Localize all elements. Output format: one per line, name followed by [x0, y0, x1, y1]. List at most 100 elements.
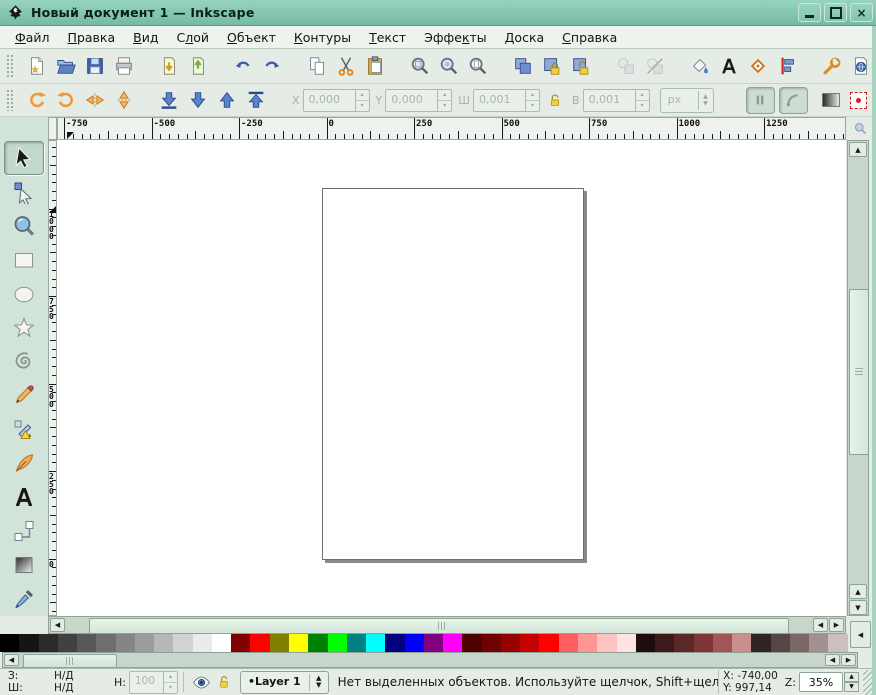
opacity-field[interactable]: 100▴▾ [129, 671, 178, 694]
move-pattern-toggle[interactable] [850, 92, 867, 109]
rotate-cw-button[interactable] [51, 86, 80, 114]
document-properties-button[interactable] [846, 52, 875, 80]
lock-ratio-icon[interactable] [547, 91, 563, 109]
undo-button[interactable] [228, 52, 257, 80]
palette-swatch[interactable] [520, 634, 539, 652]
height-spinner[interactable]: ▴▾ [635, 90, 649, 111]
spin-down-icon[interactable]: ▼ [844, 682, 859, 692]
close-button[interactable]: × [850, 3, 873, 22]
spin-down-icon[interactable]: ▾ [636, 101, 649, 111]
scroll-left-button[interactable]: ◀ [50, 618, 65, 632]
palette-swatch[interactable] [154, 634, 173, 652]
spin-down-icon[interactable]: ▾ [526, 101, 539, 111]
print-button[interactable] [109, 52, 138, 80]
x-spinner[interactable]: ▴▾ [355, 90, 369, 111]
spin-down-icon[interactable]: ▾ [356, 101, 369, 111]
new-document-button[interactable] [22, 52, 51, 80]
palette-swatch[interactable] [482, 634, 501, 652]
fill-stroke-dialog-button[interactable] [685, 52, 714, 80]
layer-selector[interactable]: •Layer 1▲▼ [240, 671, 329, 694]
tool-zoom[interactable] [4, 209, 44, 243]
units-dropdown[interactable]: px▲▼ [660, 88, 714, 113]
menu-path[interactable]: Контуры [285, 28, 360, 47]
text-dialog-button[interactable] [714, 52, 743, 80]
menu-effects[interactable]: Эффекты [415, 28, 496, 47]
zoom-spinner[interactable]: ▲▼ [844, 672, 859, 692]
spin-up-icon[interactable]: ▴ [438, 90, 451, 101]
palette-swatch[interactable] [0, 634, 19, 652]
flip-horizontal-button[interactable] [80, 86, 109, 114]
redo-button[interactable] [257, 52, 286, 80]
tool-ellipse[interactable] [4, 277, 44, 311]
tool-pencil[interactable] [4, 378, 44, 412]
palette-swatch[interactable] [270, 634, 289, 652]
palette-scrollbar-thumb[interactable] [23, 654, 117, 668]
palette-swatch[interactable] [212, 634, 231, 652]
clone-button[interactable] [611, 52, 640, 80]
palette-swatch[interactable] [308, 634, 327, 652]
palette-swatch[interactable] [193, 634, 212, 652]
duplicate-button[interactable] [508, 52, 537, 80]
palette-swatch[interactable] [405, 634, 424, 652]
palette-scroll-button[interactable]: ◀ [850, 621, 871, 648]
unlink-clone-button[interactable] [640, 52, 669, 80]
horizontal-scrollbar-thumb[interactable] [89, 618, 789, 634]
scroll-left-button-2[interactable]: ◀ [813, 618, 828, 632]
palette-swatch[interactable] [173, 634, 192, 652]
palette-swatch[interactable] [636, 634, 655, 652]
palette-swatch[interactable] [713, 634, 732, 652]
palette-swatch[interactable] [19, 634, 38, 652]
scroll-up-button-2[interactable]: ▲ [849, 584, 867, 599]
tool-gradient[interactable] [4, 548, 44, 582]
move-gradient-toggle[interactable] [822, 93, 840, 107]
tool-spiral[interactable] [4, 345, 44, 379]
tool-rectangle[interactable] [4, 243, 44, 277]
vertical-scrollbar[interactable]: ▲ ▲ ▼ [847, 140, 869, 616]
width-spinner[interactable]: ▴▾ [525, 90, 539, 111]
palette-swatch[interactable] [809, 634, 828, 652]
menu-object[interactable]: Объект [218, 28, 285, 47]
open-button[interactable] [51, 52, 80, 80]
palette-swatch[interactable] [424, 634, 443, 652]
xml-editor-button[interactable] [743, 52, 772, 80]
palette-swatch[interactable] [559, 634, 578, 652]
zoom-field[interactable]: 35% ▲▼ [799, 672, 859, 692]
palette-swatch[interactable] [790, 634, 809, 652]
palette-swatch[interactable] [694, 634, 713, 652]
width-field[interactable]: 0,001▴▾ [473, 89, 540, 112]
scroll-right-button[interactable]: ▶ [829, 618, 844, 632]
minimize-button[interactable] [798, 3, 821, 22]
palette-swatch[interactable] [443, 634, 462, 652]
menu-layer[interactable]: Слой [167, 28, 218, 47]
canvas[interactable] [57, 140, 846, 616]
spin-up-icon[interactable]: ▴ [356, 90, 369, 101]
document-page[interactable] [322, 188, 584, 560]
menu-text[interactable]: Текст [360, 28, 415, 47]
flip-vertical-button[interactable] [109, 86, 138, 114]
palette-swatch[interactable] [462, 634, 481, 652]
palette-swatch[interactable] [501, 634, 520, 652]
spin-up-icon[interactable]: ▴ [164, 672, 177, 683]
spin-down-icon[interactable]: ▾ [438, 101, 451, 111]
spin-up-icon[interactable]: ▲ [844, 672, 859, 682]
tool-text[interactable] [4, 480, 44, 514]
spin-up-icon[interactable]: ▴ [526, 90, 539, 101]
scroll-up-button[interactable]: ▲ [849, 142, 867, 157]
toolbar-drag-handle[interactable] [6, 54, 14, 78]
vertical-ruler[interactable]: 02 5 05 0 07 5 01 0 0 0 [48, 140, 57, 616]
palette-swatch[interactable] [828, 634, 847, 652]
ungroup-button[interactable] [566, 52, 595, 80]
scroll-left-button[interactable]: ◀ [4, 654, 19, 666]
tool-node-editor[interactable] [4, 175, 44, 209]
y-field[interactable]: 0,000▴▾ [385, 89, 452, 112]
palette-swatch[interactable] [250, 634, 269, 652]
palette-swatch[interactable] [231, 634, 250, 652]
toolbar-drag-handle[interactable] [6, 89, 14, 111]
palette-swatch[interactable] [617, 634, 636, 652]
height-field[interactable]: 0,001▴▾ [583, 89, 650, 112]
zoom-drawing-button[interactable] [434, 52, 463, 80]
fill-stroke-indicator[interactable]: З:Н/Д Ш:Н/Д [0, 670, 112, 694]
palette-swatch[interactable] [771, 634, 790, 652]
rotate-ccw-button[interactable] [22, 86, 51, 114]
palette-swatch[interactable] [674, 634, 693, 652]
